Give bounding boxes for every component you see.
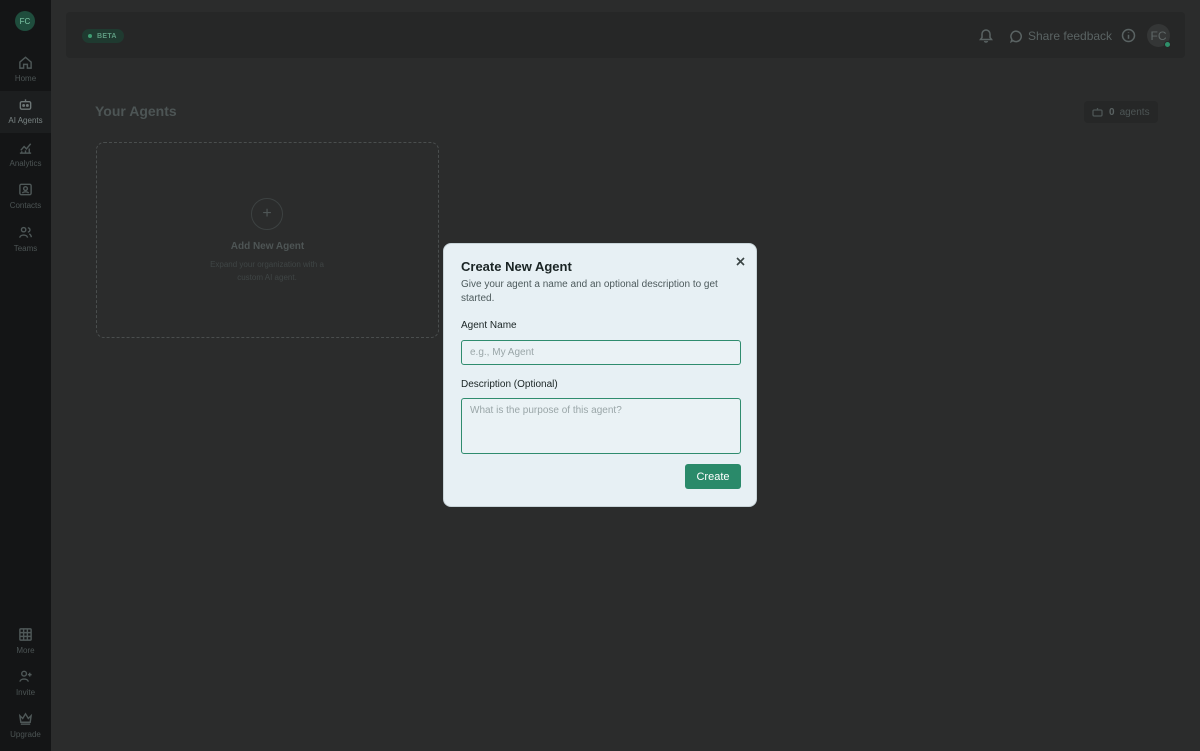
sidebar-item-label: Teams bbox=[13, 244, 38, 253]
sidebar-item-analytics[interactable]: Analytics bbox=[0, 134, 51, 176]
org-avatar[interactable]: FC bbox=[15, 11, 35, 31]
home-icon bbox=[19, 56, 32, 69]
description-textarea[interactable] bbox=[461, 398, 741, 454]
robot-icon bbox=[19, 99, 32, 110]
description-label: Description (Optional) bbox=[461, 379, 558, 390]
robot-icon bbox=[1092, 108, 1103, 117]
top-bar: BETA Share feedback FC bbox=[66, 12, 1185, 58]
sidebar-item-home[interactable]: Home bbox=[0, 49, 51, 91]
share-feedback-label: Share feedback bbox=[1028, 29, 1113, 43]
add-new-agent-title: Add New Agent bbox=[230, 241, 305, 252]
sidebar-item-upgrade[interactable]: Upgrade bbox=[0, 705, 51, 747]
agent-count-label: agents bbox=[1119, 106, 1150, 118]
bell-icon bbox=[979, 29, 993, 43]
sidebar-item-label: More bbox=[16, 646, 35, 655]
agent-name-input[interactable] bbox=[461, 340, 741, 365]
info-icon bbox=[1121, 28, 1136, 43]
share-feedback-button[interactable]: Share feedback bbox=[1010, 28, 1112, 44]
sidebar-item-label: Analytics bbox=[9, 159, 42, 168]
close-button[interactable] bbox=[733, 254, 747, 268]
create-button[interactable]: Create bbox=[685, 464, 741, 489]
sidebar-item-more[interactable]: More bbox=[0, 621, 51, 663]
beta-badge: BETA bbox=[82, 29, 124, 43]
dialog-subtitle: Give your agent a name and an optional d… bbox=[461, 279, 718, 304]
agent-count-badge: 0 agents bbox=[1084, 101, 1158, 123]
sidebar-item-label: Contacts bbox=[9, 201, 42, 210]
notifications-button[interactable] bbox=[979, 28, 993, 48]
close-icon bbox=[735, 256, 745, 266]
grid-icon bbox=[19, 628, 32, 641]
agent-count-value: 0 bbox=[1109, 106, 1115, 118]
sidebar-item-contacts[interactable]: Contacts bbox=[0, 176, 51, 218]
page-title: Your Agents bbox=[95, 103, 177, 119]
sidebar-item-invite[interactable]: Invite bbox=[0, 663, 51, 705]
sidebar-item-label: AI Agents bbox=[8, 116, 43, 125]
chat-bubble-icon bbox=[1010, 29, 1022, 43]
analytics-icon bbox=[19, 143, 32, 154]
add-new-agent-card[interactable]: + Add New Agent Expand your organization… bbox=[96, 142, 439, 338]
plus-icon: + bbox=[251, 198, 283, 230]
sidebar-item-label: Upgrade bbox=[10, 730, 41, 739]
contacts-icon bbox=[19, 183, 32, 196]
teams-icon bbox=[18, 226, 33, 238]
crown-icon bbox=[18, 712, 33, 725]
agent-name-label: Agent Name bbox=[461, 320, 517, 331]
info-button[interactable] bbox=[1121, 28, 1136, 48]
sidebar: FC Home AI Agents Analytics Contacts Tea… bbox=[0, 0, 51, 751]
online-status-indicator bbox=[1164, 41, 1171, 48]
sidebar-item-label: Invite bbox=[15, 688, 36, 697]
user-initials: FC bbox=[1150, 28, 1167, 43]
sidebar-item-teams[interactable]: Teams bbox=[0, 219, 51, 261]
user-avatar[interactable]: FC bbox=[1147, 24, 1171, 48]
add-new-agent-description: Expand your organization with a custom A… bbox=[210, 260, 324, 282]
create-agent-dialog: Create New Agent Give your agent a name … bbox=[443, 243, 757, 507]
beta-label: BETA bbox=[97, 32, 117, 40]
sidebar-item-ai-agents[interactable]: AI Agents bbox=[0, 91, 51, 133]
sidebar-item-label: Home bbox=[14, 74, 37, 83]
invite-icon bbox=[19, 670, 32, 682]
dialog-title: Create New Agent bbox=[461, 259, 572, 274]
status-dot bbox=[88, 34, 92, 38]
